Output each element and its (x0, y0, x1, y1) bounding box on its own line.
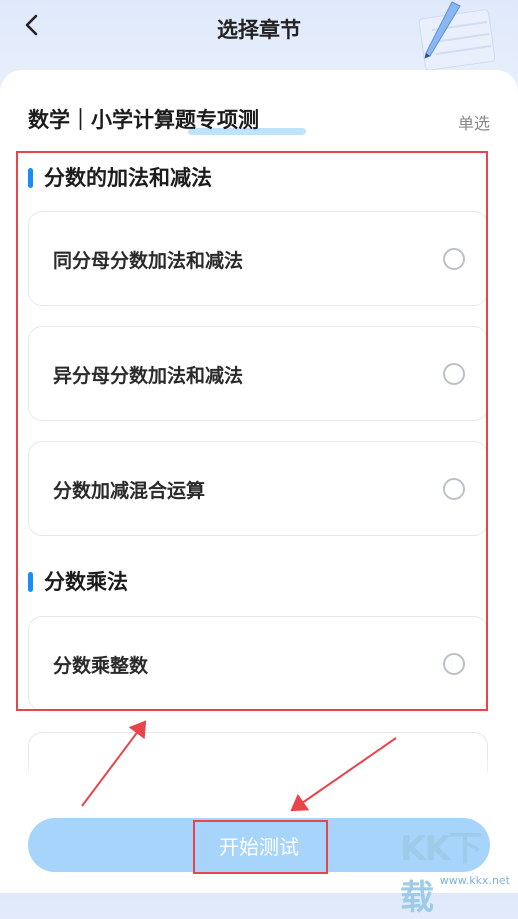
section-marker (28, 168, 33, 188)
chapter-option[interactable]: 分数加减混合运算 (28, 441, 488, 536)
chapter-option-label: 异分母分数加法和减法 (53, 365, 244, 387)
chapter-option-label: 分数乘整数 (53, 655, 149, 677)
watermark-logo: KK下载 www.kkx.net (392, 819, 512, 918)
scroll-fade (0, 755, 518, 795)
top-bar: 选择章节 (0, 0, 518, 71)
chapter-option[interactable]: 异分母分数加法和减法 (28, 326, 488, 421)
subject-title: 数学｜小学计算题专项测 (28, 108, 259, 132)
section-title: 分数乘法 (44, 570, 128, 594)
chapter-option[interactable]: 同分母分数加法和减法 (28, 211, 488, 306)
watermark-text: KK下载 (400, 829, 483, 918)
radio-button[interactable] (443, 478, 465, 500)
section-marker (28, 572, 33, 592)
chapter-option[interactable]: 分数乘整数 (28, 616, 488, 711)
watermark-url: www.kkx.net (439, 874, 510, 887)
pen-icon (418, 1, 496, 71)
selection-mode: 单选 (457, 114, 490, 133)
radio-button[interactable] (443, 363, 465, 385)
chapter-option-label: 同分母分数加法和减法 (53, 250, 244, 272)
section-title: 分数的加法和减法 (44, 166, 212, 190)
chapter-option-label: 分数加减混合运算 (53, 480, 206, 502)
radio-button[interactable] (443, 248, 465, 270)
radio-button[interactable] (443, 653, 465, 675)
